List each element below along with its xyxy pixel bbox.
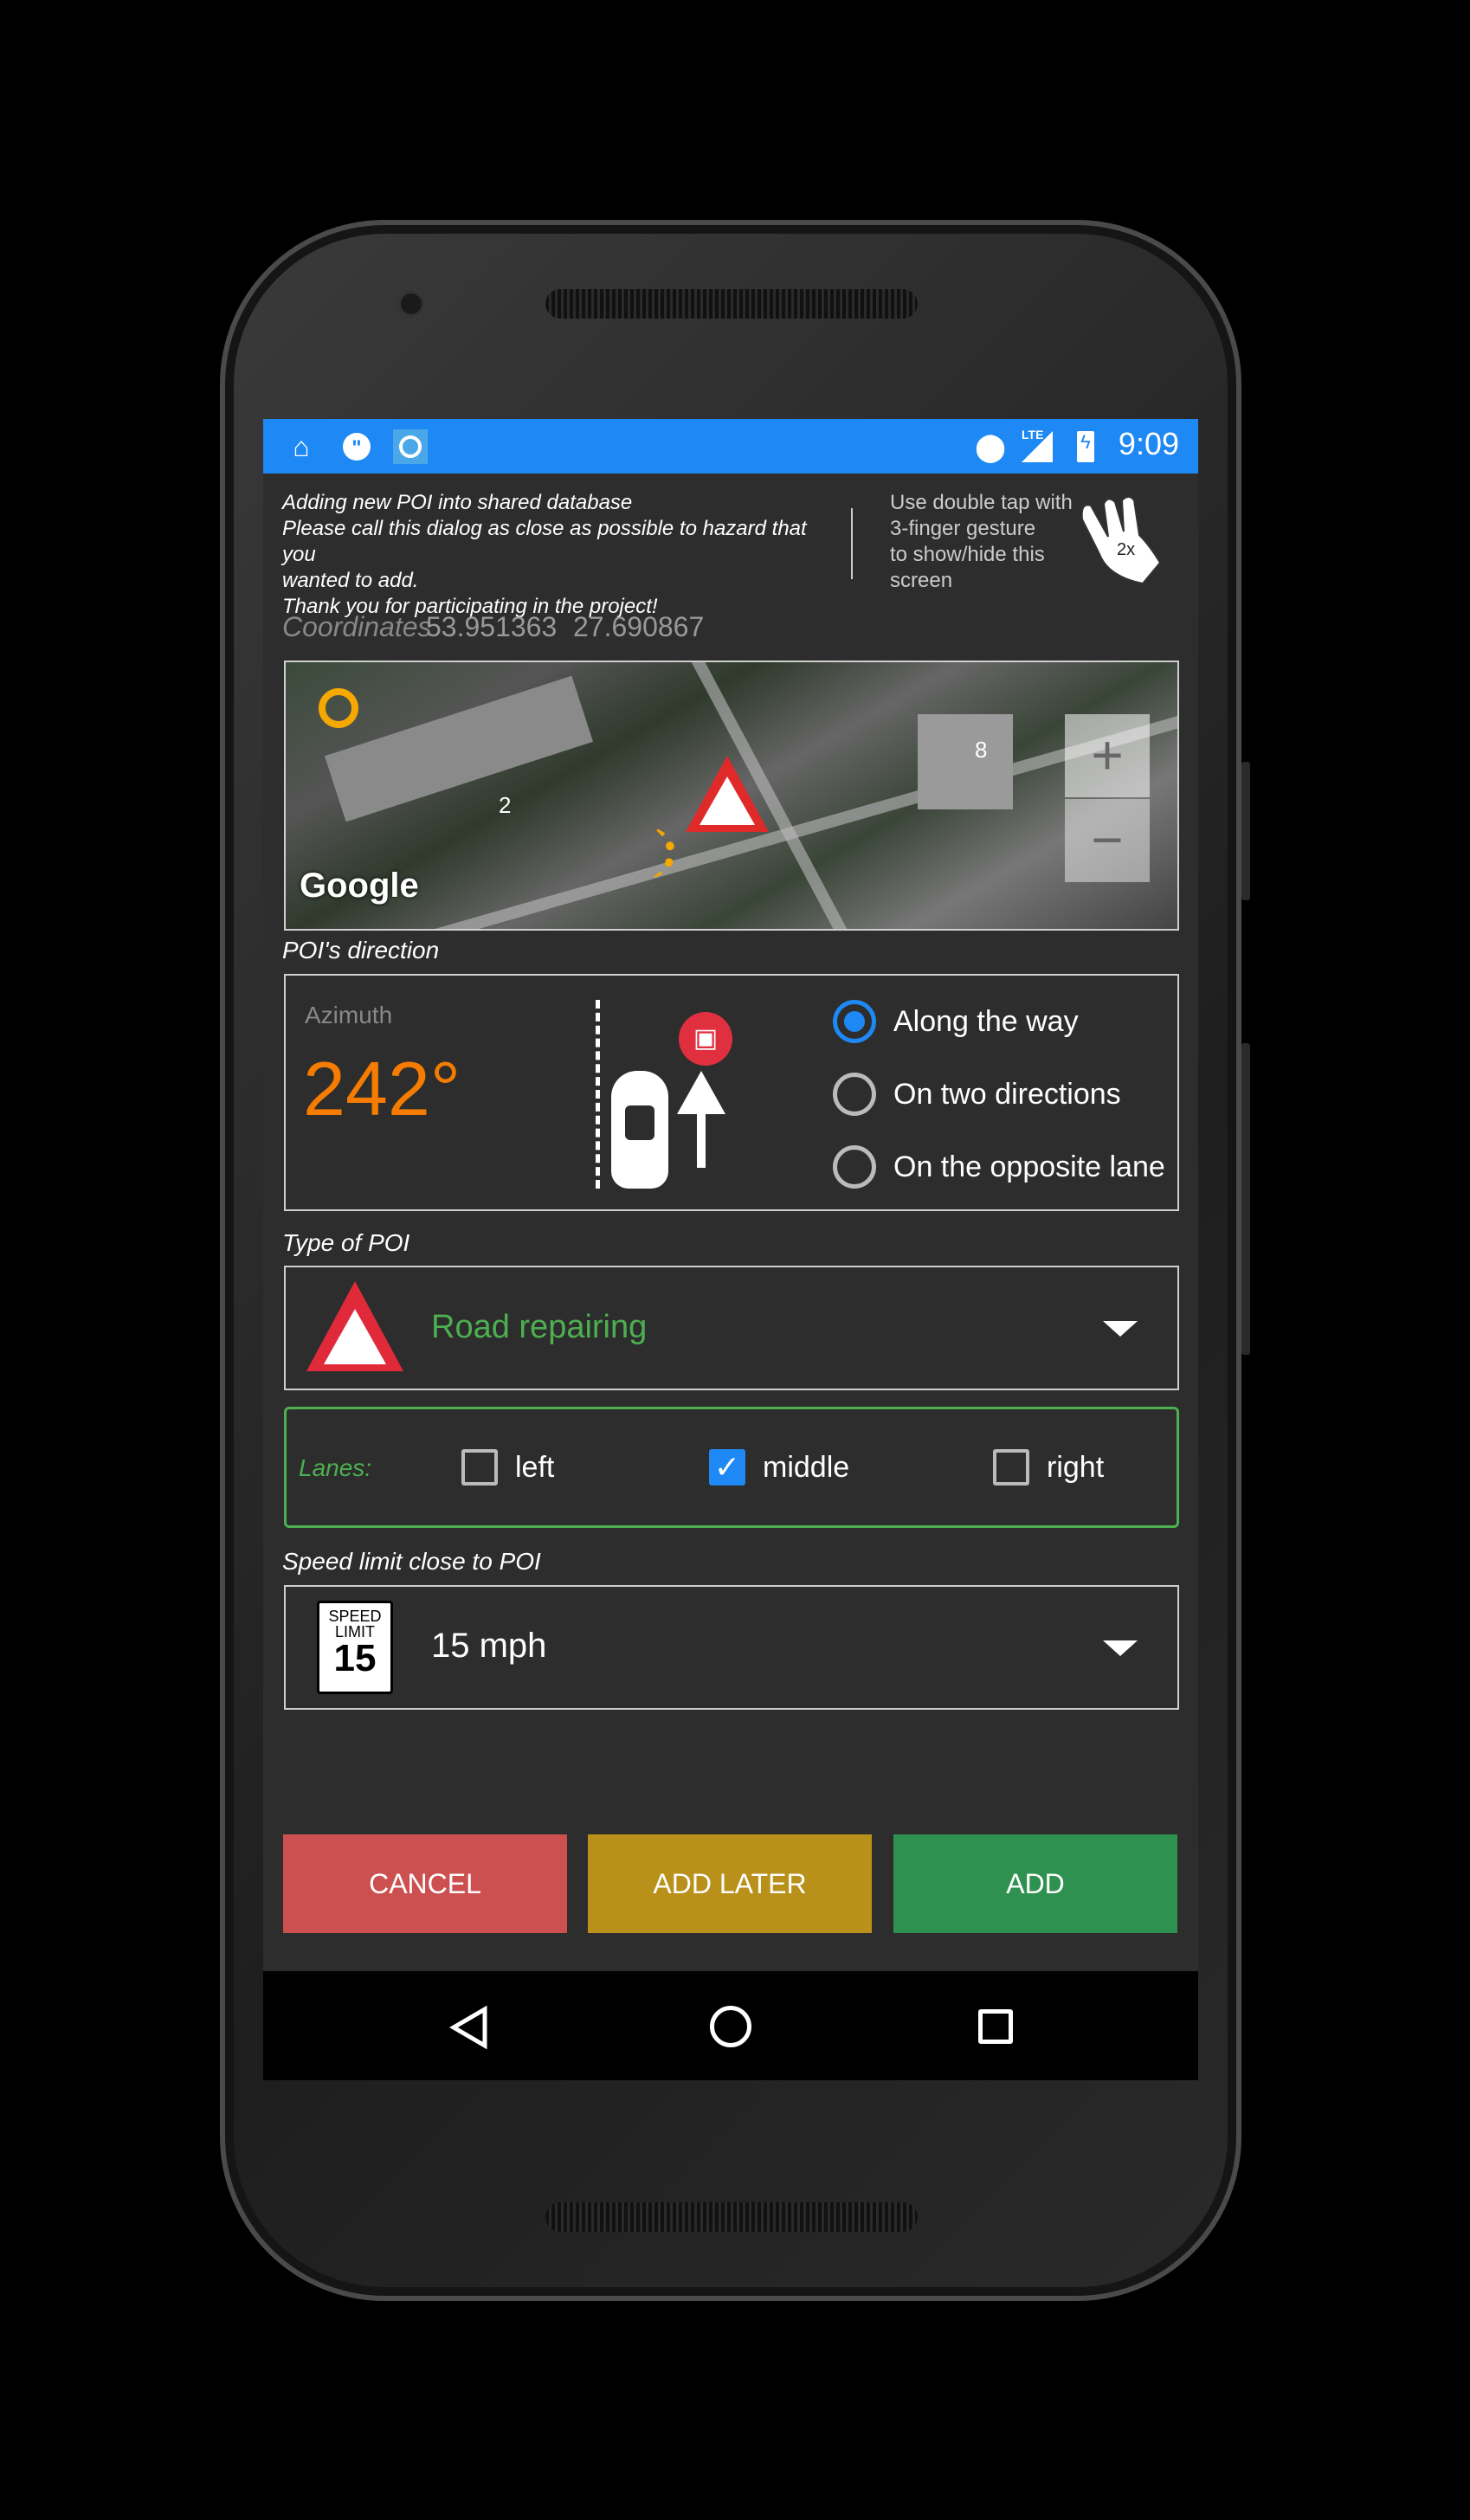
dropdown-arrow-icon	[1103, 1321, 1138, 1337]
clock: 9:09	[1118, 426, 1179, 461]
lanes-label: Lanes:	[299, 1454, 372, 1481]
map-building	[918, 714, 1013, 809]
speed-limit-label: Speed limit close to POI	[282, 1548, 541, 1575]
radio-button[interactable]	[833, 1000, 876, 1043]
radio-label: On the opposite lane	[893, 1150, 1165, 1183]
poi-type-label: Type of POI	[282, 1229, 410, 1256]
checkbox-label: middle	[763, 1450, 850, 1484]
hint-line: Use double tap with	[890, 491, 1073, 514]
gesture-hint: Use double tap with 3-finger gesture to …	[890, 490, 1073, 594]
radio-label: Along the way	[893, 1004, 1079, 1038]
checkmark-icon[interactable]: ✓	[709, 1449, 745, 1486]
radio-along-the-way[interactable]: Along the way	[833, 1000, 1079, 1043]
navigation-bar	[263, 1971, 1198, 2080]
map-view[interactable]: 2 8 Google + −	[284, 661, 1179, 931]
coordinates-label: Coordinates	[282, 611, 432, 642]
hint-line: 3-finger gesture	[890, 517, 1036, 540]
info-line: wanted to add.	[282, 569, 419, 592]
gesture-badge: 2x	[1117, 540, 1136, 559]
my-location-icon	[319, 688, 358, 728]
radio-label: On two directions	[893, 1077, 1121, 1111]
hangouts-icon: "	[339, 429, 374, 464]
radio-button[interactable]	[833, 1145, 876, 1189]
volume-button	[1241, 1043, 1250, 1355]
map-label: 2	[499, 792, 512, 818]
coordinates-lon: 27.690867	[573, 611, 705, 642]
checkbox-label: left	[515, 1450, 555, 1484]
checkbox[interactable]	[993, 1449, 1029, 1486]
speaker-grille-top	[545, 289, 918, 319]
azimuth-value: 242°	[303, 1046, 461, 1131]
zoom-out-button[interactable]: −	[1065, 799, 1150, 882]
checkbox-label: right	[1047, 1450, 1105, 1484]
divider	[851, 508, 853, 579]
speaker-grille-bottom	[545, 2202, 918, 2232]
direction-arc-icon	[615, 827, 675, 879]
checkbox[interactable]	[461, 1449, 498, 1486]
status-bar: ⌂ " ⬤ LTE ϟ 9:09	[263, 419, 1198, 474]
gps-target-icon	[393, 429, 428, 464]
add-later-button[interactable]: ADD LATER	[588, 1834, 872, 1933]
dropdown-arrow-icon	[1103, 1640, 1138, 1656]
power-button	[1241, 762, 1250, 900]
radio-opposite-lane[interactable]: On the opposite lane	[833, 1145, 1165, 1189]
hint-line: to show/hide this	[890, 543, 1045, 566]
sign-number: 15	[333, 1637, 377, 1679]
road-works-marker-inner	[700, 777, 755, 825]
poi-type-dropdown[interactable]: Road repairing	[284, 1266, 1179, 1390]
add-button[interactable]: ADD	[893, 1834, 1177, 1933]
google-logo: Google	[300, 867, 419, 905]
direction-panel: Azimuth 242° ▣ Along the way On two dire…	[284, 974, 1179, 1211]
cancel-button[interactable]: CANCEL	[283, 1834, 567, 1933]
speed-limit-value: 15 mph	[431, 1627, 547, 1665]
sign-text: SPEED	[328, 1608, 382, 1625]
radio-two-directions[interactable]: On two directions	[833, 1073, 1121, 1116]
screen: ⌂ " ⬤ LTE ϟ 9:09 Adding new POI into sha…	[263, 419, 1198, 2080]
front-camera	[398, 291, 424, 317]
map-label: 8	[975, 737, 988, 763]
radio-button[interactable]	[833, 1073, 876, 1116]
arrow-up-shaft	[697, 1105, 706, 1168]
speed-limit-dropdown[interactable]: SPEED LIMIT 15 15 mph	[284, 1585, 1179, 1710]
road-repairing-icon-inner	[324, 1309, 386, 1364]
speed-limit-sign-icon: SPEED LIMIT 15	[317, 1601, 393, 1694]
back-button[interactable]	[448, 2006, 492, 2049]
map-building	[324, 675, 594, 822]
car-windshield	[625, 1105, 654, 1140]
three-finger-hand-icon: 2x	[1073, 493, 1169, 585]
direction-section-label: POI's direction	[282, 937, 440, 964]
coordinates-lat: 53.951363	[426, 611, 558, 642]
info-line: Adding new POI into shared database	[282, 491, 633, 514]
location-pin-icon: ⬤	[975, 431, 1006, 462]
home-button[interactable]	[710, 2006, 751, 2047]
lanes-panel: Lanes: left ✓ middle right	[284, 1407, 1179, 1528]
info-text: Adding new POI into shared database Plea…	[282, 490, 836, 620]
lane-right-checkbox[interactable]: right	[993, 1449, 1104, 1486]
poi-type-value: Road repairing	[431, 1309, 648, 1345]
hint-line: screen	[890, 569, 953, 592]
recents-button[interactable]	[978, 2009, 1013, 2044]
lane-middle-checkbox[interactable]: ✓ middle	[709, 1449, 849, 1486]
zoom-in-button[interactable]: +	[1065, 714, 1150, 797]
speed-camera-icon: ▣	[679, 1012, 732, 1066]
battery-charging-icon: ϟ	[1077, 431, 1094, 462]
azimuth-label: Azimuth	[305, 1002, 393, 1028]
cleaning-icon: ⌂	[293, 430, 310, 462]
signal-icon	[1022, 431, 1053, 462]
lane-left-checkbox[interactable]: left	[461, 1449, 554, 1486]
info-line: Please call this dialog as close as poss…	[282, 517, 807, 566]
lane-line	[596, 1000, 600, 1189]
